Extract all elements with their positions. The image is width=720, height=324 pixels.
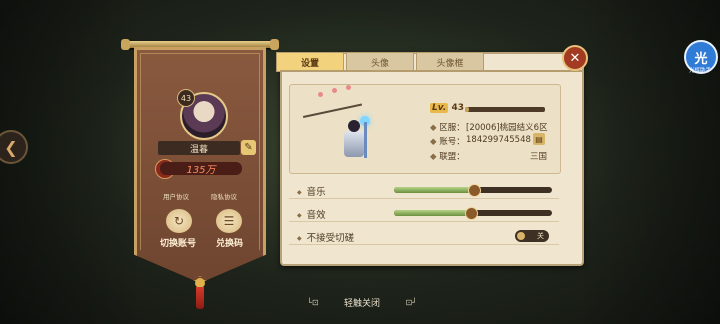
sfx-setting-row: 音效	[289, 205, 559, 222]
copy-account-icon[interactable]: ▤	[533, 133, 545, 145]
server-row: ◆ 区服： [20006]桃园结义6区	[430, 123, 548, 133]
banner-pole	[121, 39, 279, 50]
tab-settings[interactable]: 设置	[276, 52, 344, 72]
sfx-label: 音效	[297, 207, 326, 221]
sfx-slider-knob[interactable]	[464, 207, 478, 220]
tab-bar: 设置 头像 头像框	[276, 52, 486, 72]
player-name: 温暮	[158, 141, 240, 155]
no-duel-label: 不接受切磋	[297, 230, 355, 244]
avatar-level-badge: 43	[177, 89, 195, 107]
alliance-row: ◆ 联盟： 三国	[430, 152, 548, 162]
edit-name-pencil-icon[interactable]: ✎	[241, 140, 256, 155]
tab-avatar[interactable]: 头像	[346, 52, 414, 72]
user-agreement-link[interactable]: 用户协议	[163, 191, 189, 201]
footer[interactable]: └⊡ 轻触关闭 ⊡┘	[307, 296, 417, 309]
blossom-decoration	[332, 88, 337, 93]
redeem-code-button[interactable]: 兑换码	[216, 236, 243, 249]
tassel	[196, 287, 204, 309]
account-row: ◆ 账号： 184299745548	[430, 135, 531, 147]
music-setting-row: 音乐	[289, 182, 559, 199]
blossom-decoration	[318, 92, 323, 97]
alliance-value: 三国	[530, 152, 548, 162]
level-badge: Lv. 43	[430, 103, 464, 113]
account-value: 184299745548	[466, 135, 531, 145]
music-label: 音乐	[297, 184, 326, 198]
corner-left-icon: └⊡	[307, 298, 319, 307]
switch-account-button[interactable]: 切换账号	[160, 236, 196, 249]
corner-right-icon: ⊡┘	[405, 298, 417, 307]
exp-bar	[465, 107, 545, 112]
redeem-scroll-icon[interactable]: ☰	[216, 209, 242, 233]
tab-avatar-frame[interactable]: 头像框	[416, 52, 484, 72]
no-duel-setting-row: 不接受切磋 关	[289, 228, 559, 245]
tap-to-close-text[interactable]: 轻触关闭	[344, 296, 380, 309]
blossom-decoration	[346, 85, 351, 90]
switch-account-icon[interactable]: ↻	[166, 209, 192, 233]
music-slider[interactable]	[394, 184, 552, 197]
no-duel-toggle[interactable]: 关	[515, 230, 549, 242]
sfx-slider[interactable]	[394, 207, 552, 220]
tab-divider	[280, 70, 582, 72]
assistant-label[interactable]: 光辉助手	[680, 66, 720, 74]
close-icon[interactable]: ✕	[562, 45, 588, 71]
privacy-agreement-link[interactable]: 隐私协议	[211, 191, 237, 201]
server-value: [20006]桃园结义6区	[466, 123, 548, 133]
character-sprite	[334, 116, 374, 164]
combat-power: 135万	[160, 162, 242, 176]
music-slider-knob[interactable]	[468, 184, 481, 197]
